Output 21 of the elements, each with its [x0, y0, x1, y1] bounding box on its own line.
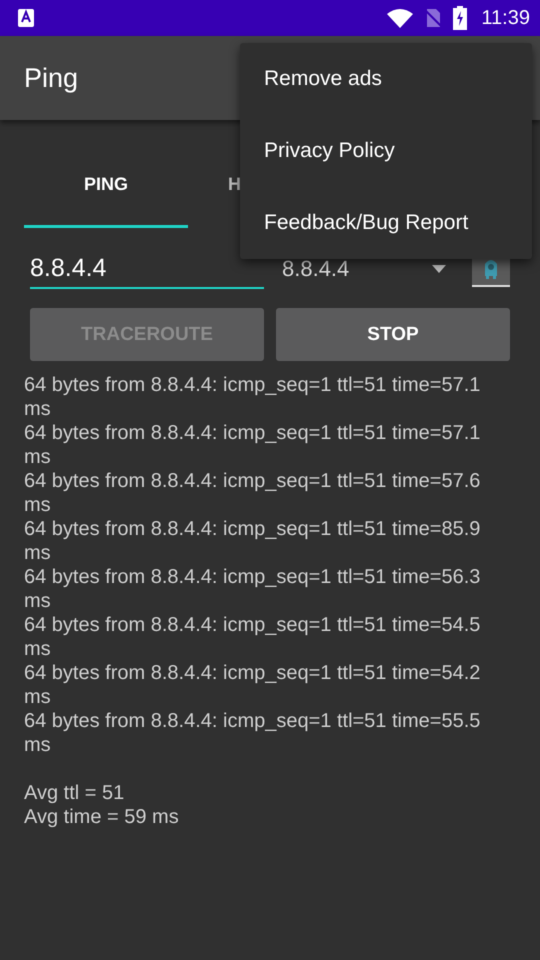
wifi-icon	[387, 8, 414, 28]
menu-item[interactable]: Privacy Policy	[240, 115, 532, 187]
ping-output-line: 64 bytes from 8.8.4.4: icmp_seq=1 ttl=51 time=56.3 ms	[24, 565, 482, 613]
battery-charging-icon	[453, 6, 468, 30]
ping-output-line: 64 bytes from 8.8.4.4: icmp_seq=1 ttl=51 time=57.1 ms	[24, 373, 482, 421]
stop-button[interactable]: STOP	[276, 308, 510, 361]
menu-item[interactable]: Remove ads	[240, 43, 532, 115]
ping-output-line: 64 bytes from 8.8.4.4: icmp_seq=1 ttl=51 time=55.5 ms	[24, 709, 482, 757]
summary-line: Avg time = 59 ms	[24, 805, 180, 829]
dropdown-arrow-icon	[432, 265, 446, 273]
ping-output-line: 64 bytes from 8.8.4.4: icmp_seq=1 ttl=51 time=54.2 ms	[24, 661, 482, 709]
app-title: Ping	[24, 62, 78, 94]
summary-line: Avg ttl = 51	[24, 781, 126, 805]
ping-output-line: 64 bytes from 8.8.4.4: icmp_seq=1 ttl=51 time=57.6 ms	[24, 469, 482, 517]
ping-output-line: 64 bytes from 8.8.4.4: icmp_seq=1 ttl=51 time=57.1 ms	[24, 421, 482, 469]
status-time: 11:39	[481, 6, 530, 30]
dropdown-value: 8.8.4.4	[282, 256, 350, 282]
tab[interactable]: PING	[24, 120, 188, 228]
app-notification-icon	[18, 9, 34, 27]
ping-output-line: 64 bytes from 8.8.4.4: icmp_seq=1 ttl=51 time=54.5 ms	[24, 613, 482, 661]
ping-output-line: 64 bytes from 8.8.4.4: icmp_seq=1 ttl=51 time=85.9 ms	[24, 517, 482, 565]
